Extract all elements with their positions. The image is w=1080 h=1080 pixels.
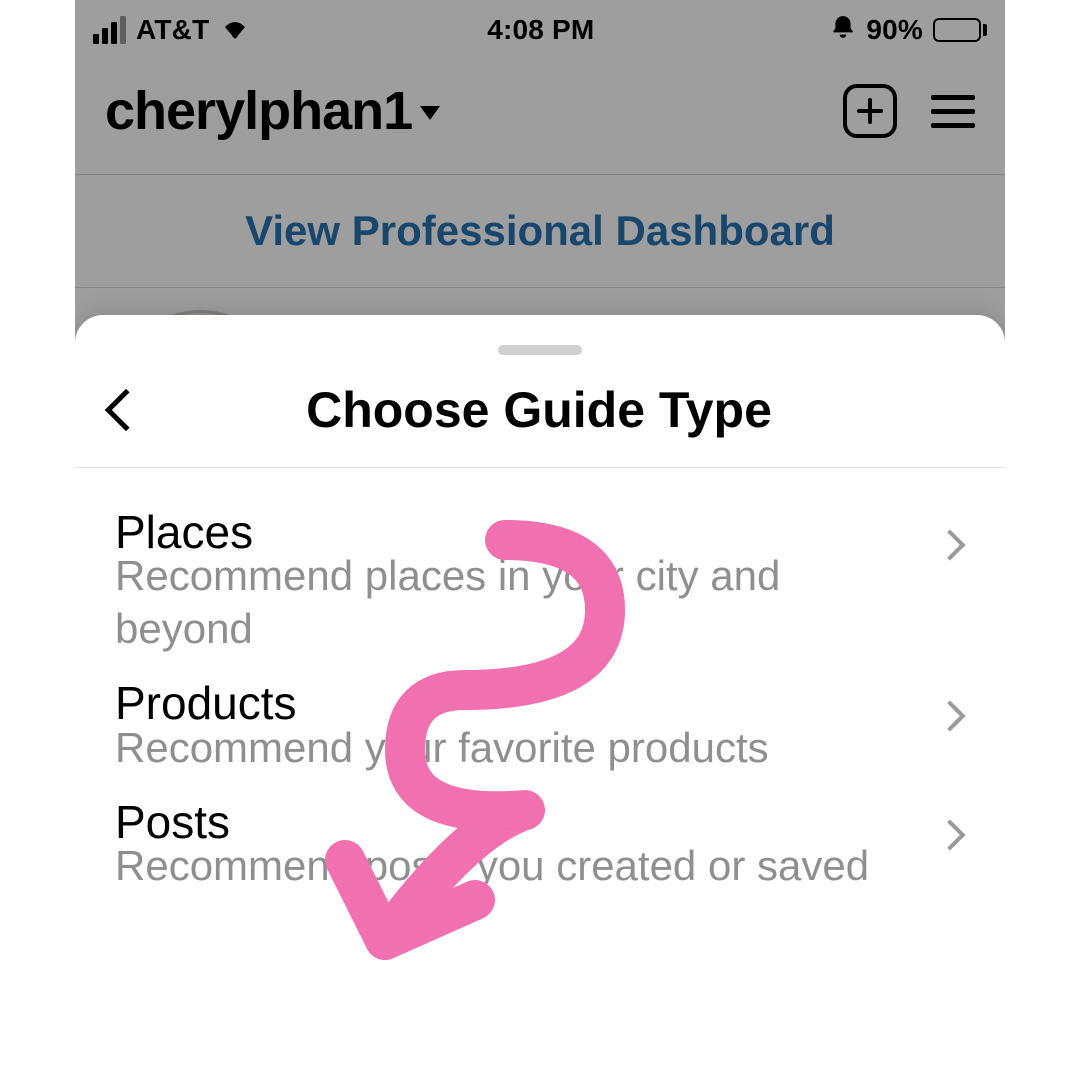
- option-title: Places: [115, 508, 921, 556]
- option-subtitle: Recommend posts you created or saved: [115, 840, 921, 893]
- option-subtitle: Recommend places in your city and beyond: [115, 550, 921, 655]
- chevron-right-icon: [934, 820, 965, 851]
- choose-guide-type-sheet: Choose Guide Type Places Recommend place…: [75, 315, 1005, 1080]
- option-subtitle: Recommend your favorite products: [115, 722, 921, 775]
- sheet-grabber[interactable]: [498, 345, 582, 355]
- guide-type-posts[interactable]: Posts Recommend posts you created or sav…: [115, 798, 975, 917]
- guide-type-products[interactable]: Products Recommend your favorite product…: [115, 679, 975, 798]
- guide-type-places[interactable]: Places Recommend places in your city and…: [115, 508, 975, 679]
- chevron-right-icon: [934, 529, 965, 560]
- option-title: Posts: [115, 798, 921, 846]
- chevron-right-icon: [934, 701, 965, 732]
- option-title: Products: [115, 679, 921, 727]
- sheet-title: Choose Guide Type: [103, 381, 975, 439]
